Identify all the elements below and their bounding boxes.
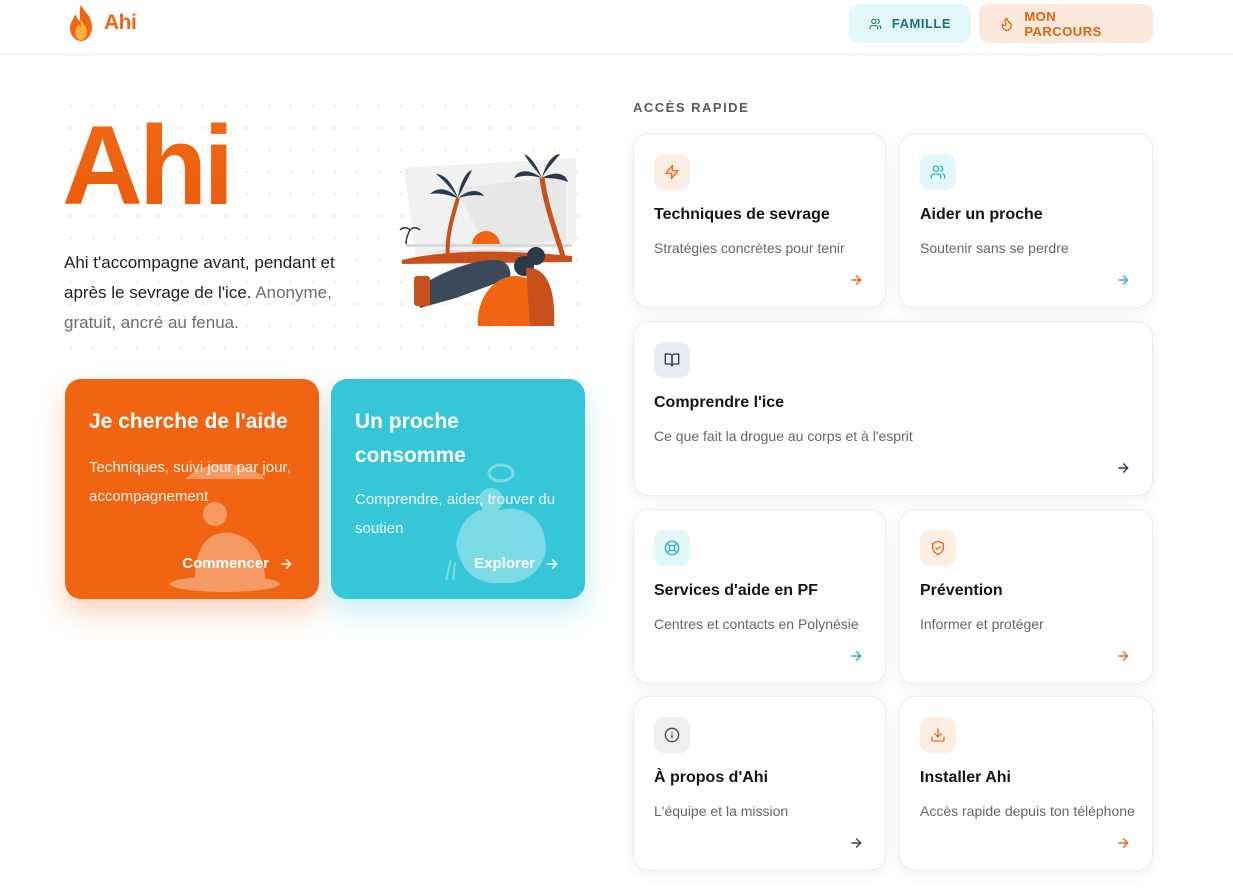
users-icon — [920, 154, 956, 190]
card-installer-ahi[interactable]: Installer Ahi Accès rapide depuis ton té… — [899, 696, 1153, 871]
users-icon — [869, 18, 882, 29]
hero-description: Ahi t'accompagne avant, pendant et après… — [64, 248, 354, 338]
top-header: Ahi FAMILLE MON PARCOURS — [0, 0, 1233, 55]
arrow-right-icon — [281, 558, 292, 569]
book-open-icon — [654, 342, 690, 378]
card-subtitle: Informer et protéger — [920, 616, 1044, 632]
card-title: Installer Ahi — [920, 769, 1011, 786]
flame-logo-icon — [70, 5, 92, 41]
explorer-link[interactable]: Explorer — [474, 555, 559, 572]
cta-card-seek-help[interactable]: Je cherche de l'aide Techniques, suivi j… — [65, 379, 319, 599]
commencer-link[interactable]: Commencer — [182, 555, 293, 572]
card-comprendre-l-ice[interactable]: Comprendre l'ice Ce que fait la drogue a… — [633, 321, 1153, 496]
arrow-right-icon — [547, 558, 558, 569]
arrow-right-icon — [851, 838, 862, 848]
arrow-right-icon — [1118, 275, 1129, 285]
famille-label: FAMILLE — [891, 16, 951, 31]
mon-parcours-label: MON PARCOURS — [1024, 8, 1102, 39]
arrow-right-icon — [851, 275, 862, 285]
logo[interactable]: Ahi — [66, 4, 137, 42]
hero-title: Ahi — [62, 103, 234, 228]
beach-couple-illustration — [399, 154, 576, 326]
card-subtitle: Ce que fait la drogue au corps et à l'es… — [654, 428, 913, 444]
mon-parcours-button[interactable]: MON PARCOURS — [979, 4, 1153, 43]
shield-check-icon — [920, 530, 956, 566]
card-services-d-aide[interactable]: Services d'aide en PF Centres et contact… — [633, 509, 886, 684]
card-title: Services d'aide en PF — [654, 582, 818, 599]
cta-title: Je cherche de l'aide — [89, 410, 288, 433]
card-aider-un-proche[interactable]: Aider un proche Soutenir sans se perdre — [899, 133, 1153, 308]
famille-button[interactable]: FAMILLE — [849, 4, 971, 43]
card-subtitle: Soutenir sans se perdre — [920, 240, 1069, 256]
info-icon — [654, 717, 690, 753]
cta-title: Un proche consomme — [355, 410, 466, 467]
cta-subtitle: Comprendre, aider, trouver du soutien — [355, 491, 556, 537]
quick-access-heading: ACCÈS RAPIDE — [633, 100, 750, 115]
arrow-right-icon — [1118, 651, 1129, 661]
arrow-right-icon — [1118, 463, 1129, 473]
explorer-label: Explorer — [474, 555, 535, 572]
card-title: Prévention — [920, 582, 1003, 599]
card-a-propos[interactable]: À propos d'Ahi L'équipe et la mission — [633, 696, 886, 871]
card-subtitle: Accès rapide depuis ton téléphone — [920, 803, 1135, 819]
cta-subtitle: Techniques, suivi jour par jour, accompa… — [89, 459, 291, 505]
card-techniques-de-sevrage[interactable]: Techniques de sevrage Stratégies concrèt… — [633, 133, 886, 308]
card-title: Aider un proche — [920, 206, 1043, 223]
commencer-label: Commencer — [182, 555, 269, 572]
card-title: Comprendre l'ice — [654, 394, 785, 411]
logo-text: Ahi — [104, 11, 137, 34]
card-subtitle: L'équipe et la mission — [654, 803, 789, 819]
zap-icon — [654, 154, 690, 190]
card-prevention[interactable]: Prévention Informer et protéger — [899, 509, 1153, 684]
cta-card-loved-one[interactable]: Un proche consomme Comprendre, aider, tr… — [331, 379, 585, 599]
life-buoy-icon — [654, 530, 690, 566]
arrow-right-icon — [851, 651, 862, 661]
download-icon — [920, 717, 956, 753]
card-title: À propos d'Ahi — [654, 769, 769, 786]
flame-icon — [1001, 17, 1012, 31]
arrow-right-icon — [1118, 838, 1129, 848]
card-title: Techniques de sevrage — [654, 206, 830, 223]
card-subtitle: Stratégies concrètes pour tenir — [654, 240, 845, 256]
card-subtitle: Centres et contacts en Polynésie — [654, 616, 859, 632]
